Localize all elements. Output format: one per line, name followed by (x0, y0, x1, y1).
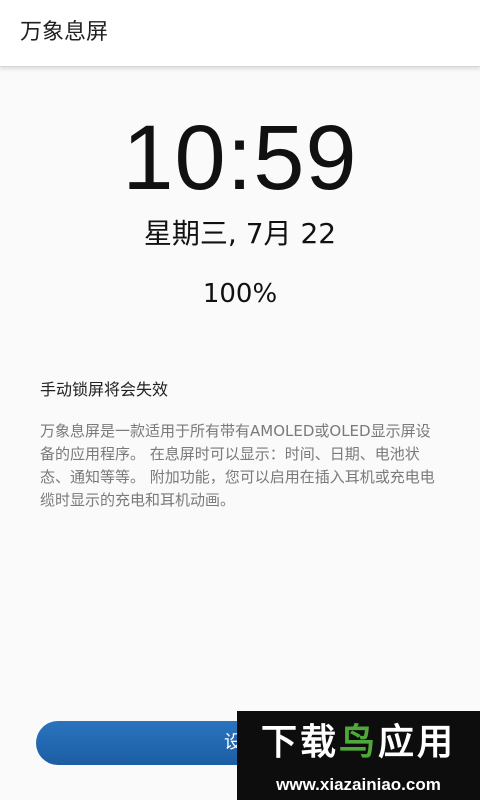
watermark-title-part2: 鸟 (338, 722, 378, 763)
battery-level: 100% (202, 279, 278, 309)
clock-date: 星期三, 7月 22 (143, 217, 337, 250)
watermark-title-part3: 应用 (378, 722, 457, 763)
watermark-logo: 下载鸟应用 www.xiazainiao.com (237, 711, 480, 800)
screen: 万象息屏 10:59 星期三, 7月 22 100% 手动锁屏将会失效 万象息屏… (0, 0, 480, 800)
app-description: 万象息屏是一款适用于所有带有AMOLED或OLED显示屏设备的应用程序。 在息屏… (40, 422, 435, 509)
watermark-url: www.xiazainiao.com (276, 775, 441, 794)
lock-warning-text: 手动锁屏将会失效 (40, 380, 169, 399)
watermark-title: 下载鸟应用 (237, 719, 480, 767)
app-title: 万象息屏 (20, 20, 109, 45)
watermark-title-part1: 下载 (260, 722, 339, 763)
app-bar: 万象息屏 (0, 0, 480, 67)
clock-time: 10:59 (122, 107, 358, 209)
